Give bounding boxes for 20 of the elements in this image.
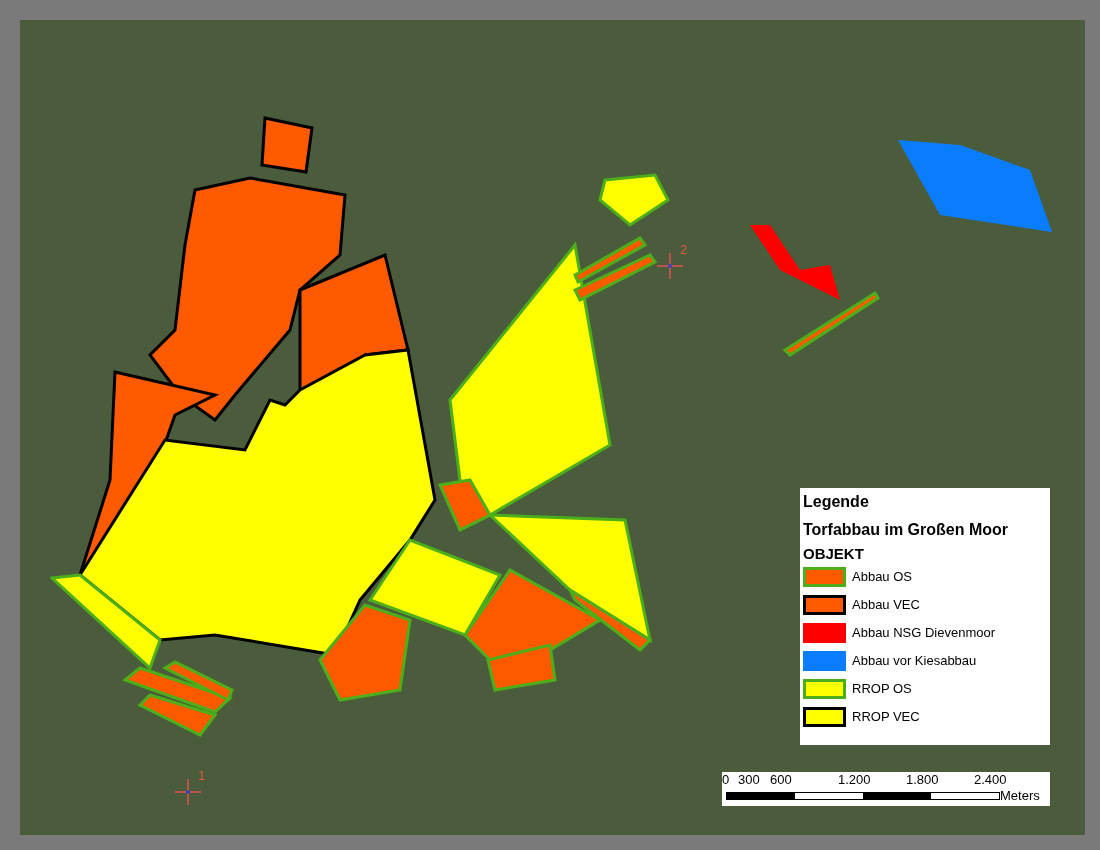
crosshair-icon <box>657 253 683 279</box>
legend-title: Legende <box>803 492 870 512</box>
scale-label: 1.200 <box>838 773 871 786</box>
scale-label: 1.800 <box>906 773 939 786</box>
scale-label: 2.400 <box>974 773 1007 786</box>
scale-label: 600 <box>770 773 792 786</box>
marker-label: 2 <box>680 243 688 256</box>
scale-unit: Meters <box>1000 789 1040 802</box>
legend-label: Abbau vor Kiesabbau <box>852 652 977 671</box>
legend-label: Abbau VEC <box>852 596 920 615</box>
scale-label: 0 <box>722 773 730 786</box>
legend-label: Abbau NSG Dievenmoor <box>852 624 996 643</box>
field-name: OBJEKT <box>803 544 865 564</box>
legend-label: RROP OS <box>852 680 912 699</box>
layer-name: Torfabbau im Großen Moor <box>803 520 1010 540</box>
crosshair-icon <box>175 779 201 805</box>
marker-label: 1 <box>198 769 206 782</box>
scale-label: 300 <box>738 773 760 786</box>
legend-label: RROP VEC <box>852 708 920 727</box>
legend-label: Abbau OS <box>852 568 912 587</box>
